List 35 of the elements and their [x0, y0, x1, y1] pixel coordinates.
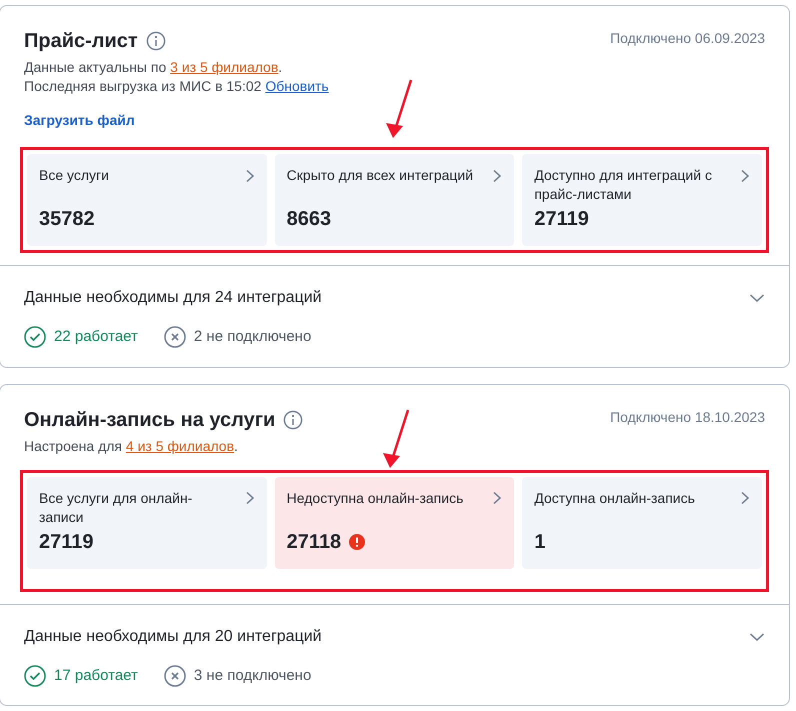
- tile-label: Доступна онлайн-запись: [534, 488, 695, 508]
- status-text: 17 работает: [54, 666, 138, 686]
- stat-tile[interactable]: Скрыто для всех интеграций 8663: [274, 154, 514, 246]
- status-text: 2 не подключено: [194, 327, 312, 347]
- tile-value: 27119: [534, 207, 589, 232]
- tile-value: 1: [534, 530, 546, 554]
- status-text: 3 не подключено: [194, 666, 312, 686]
- status-text: 22 работает: [54, 327, 138, 347]
- stat-tile[interactable]: Доступна онлайн-запись 1: [522, 476, 762, 568]
- refresh-link[interactable]: Обновить: [265, 78, 329, 94]
- tile-label: Доступно для интеграций с прайс-листами: [534, 166, 713, 204]
- stat-tile[interactable]: Все услуги для онлайн-записи 27119: [27, 476, 267, 568]
- description-text: Данные актуальны по 3 из 5 филиалов.: [24, 58, 284, 77]
- tile-label: Скрыто для всех интеграций: [286, 166, 474, 185]
- description-text: Настроена для 4 из 5 филиалов.: [24, 436, 239, 456]
- stat-tile[interactable]: Недоступна онлайн-запись 27118: [274, 476, 514, 568]
- branches-link[interactable]: 3 из 5 филиалов: [170, 59, 278, 75]
- tile-label: Недоступна онлайн-запись: [286, 488, 464, 508]
- integrations-title: Данные необходимы для 20 интеграций: [24, 626, 322, 646]
- tile-value: 27119: [39, 530, 94, 554]
- branches-link[interactable]: 4 из 5 филиалов: [126, 438, 234, 454]
- section-title: Онлайн-запись на услуги: [24, 408, 276, 432]
- integrations-title: Данные необходимы для 24 интеграций: [24, 288, 322, 308]
- section-title: Прайс-лист: [24, 29, 138, 54]
- connection-date: Подключено 18.10.2023: [610, 408, 765, 427]
- tile-label: Все услуги: [39, 166, 109, 185]
- upload-file-link[interactable]: Загрузить файл: [24, 110, 135, 131]
- stat-tile[interactable]: Все услуги 35782: [27, 154, 267, 246]
- description-text: Последняя выгрузка из МИС в 15:02 Обновить: [24, 77, 330, 96]
- tile-label: Все услуги для онлайн-записи: [39, 488, 194, 526]
- tile-value: 35782: [39, 207, 95, 232]
- connection-date: Подключено 06.09.2023: [610, 29, 765, 48]
- tile-value: 27118: [286, 530, 342, 554]
- stat-tile[interactable]: Доступно для интеграций с прайс-листами 27119: [522, 154, 762, 246]
- tile-value: 8663: [286, 207, 332, 232]
